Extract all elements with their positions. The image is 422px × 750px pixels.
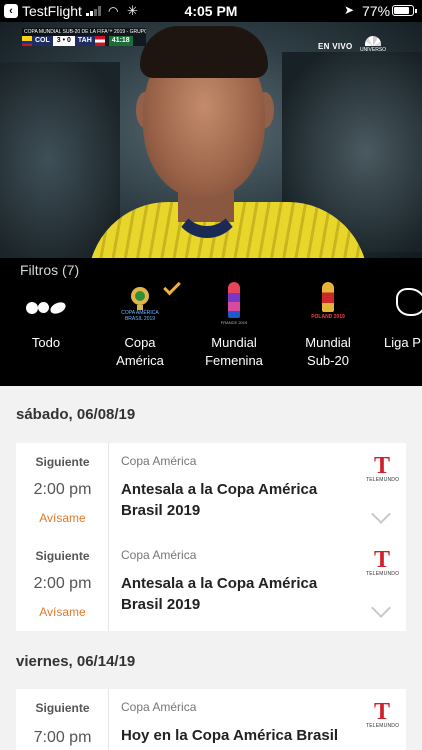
next-label: Siguiente bbox=[35, 455, 90, 469]
event-card[interactable]: Siguiente 2:00 pm Avísame Copa América A… bbox=[16, 443, 406, 537]
filter-copa-america[interactable]: COPA AMÉRICA BRASIL 2019 Copa América bbox=[94, 277, 186, 370]
background-blur bbox=[0, 62, 120, 258]
remind-me-button[interactable]: Avísame bbox=[16, 511, 109, 525]
fifa-u20-world-cup-icon bbox=[322, 282, 334, 312]
event-time: 2:00 pm bbox=[33, 575, 92, 592]
match-clock: 41:18 bbox=[108, 36, 133, 46]
telemundo-logo: T TELEMUNDO bbox=[366, 699, 400, 729]
selected-check-icon bbox=[163, 277, 181, 296]
battery-icon bbox=[392, 5, 417, 16]
event-card[interactable]: Siguiente 2:00 pm Avísame Copa América A… bbox=[16, 537, 406, 631]
battery-percent: 77% bbox=[362, 3, 391, 19]
filter-label: Liga P bbox=[384, 335, 421, 350]
fifa-womens-world-cup-icon bbox=[228, 282, 240, 318]
event-category: Copa América bbox=[121, 700, 197, 714]
next-label: Siguiente bbox=[35, 701, 90, 715]
filter-mundial-femenina[interactable]: FRANCE 2019 Mundial Femenina bbox=[188, 282, 280, 370]
filter-todo[interactable]: Todo bbox=[0, 282, 92, 352]
event-time-column: Siguiente 2:00 pm Avísame bbox=[16, 443, 109, 537]
telemundo-logo: T TELEMUNDO bbox=[366, 547, 400, 577]
chevron-down-icon[interactable] bbox=[371, 598, 391, 618]
event-time: 7:00 pm bbox=[33, 729, 92, 746]
event-title: Antesala a la Copa América Brasil 2019 bbox=[121, 575, 318, 613]
next-label: Siguiente bbox=[35, 549, 90, 563]
event-title: Hoy en la Copa América Brasil bbox=[121, 727, 339, 744]
filter-label: Todo bbox=[31, 335, 61, 350]
filter-label: Mundial Sub-20 bbox=[305, 335, 351, 368]
premier-league-lion-icon bbox=[396, 288, 422, 316]
player-hair bbox=[140, 26, 268, 78]
date-header: sábado, 06/08/19 bbox=[16, 406, 136, 423]
status-bar: ‹ TestFlight ◠ ✳ 4:05 PM ➤ 77% bbox=[0, 0, 422, 22]
event-category: Copa América bbox=[121, 548, 197, 562]
copa-america-badge: COPA AMÉRICA BRASIL 2019 bbox=[121, 310, 159, 322]
location-arrow-icon: ➤ bbox=[344, 3, 355, 17]
event-category: Copa América bbox=[121, 454, 197, 468]
event-card[interactable]: Siguiente 7:00 pm Copa América Hoy en la… bbox=[16, 689, 406, 750]
filters-bar: Filtros (7) Todo COPA AMÉRICA BRASIL 201… bbox=[0, 258, 422, 386]
event-title: Antesala a la Copa América Brasil 2019 bbox=[121, 481, 318, 519]
filter-label: Mundial Femenina bbox=[205, 335, 263, 368]
network-name: UNIVERSO bbox=[359, 47, 387, 53]
live-label: EN VIVO bbox=[318, 42, 353, 51]
filter-mundial-sub-20[interactable]: POLAND 2019 Mundial Sub-20 bbox=[282, 282, 374, 370]
clock: 4:05 PM bbox=[184, 3, 238, 19]
fifa-u20-badge: POLAND 2019 bbox=[311, 314, 345, 320]
scorebug: COPA MUNDIAL SUB-20 DE LA FIFA™ 2019 - G… bbox=[22, 28, 146, 46]
score: 3 • 0 bbox=[52, 36, 75, 46]
copa-america-trophy-icon bbox=[131, 287, 149, 310]
network-bug: UNIVERSO bbox=[359, 36, 387, 53]
schedule-list[interactable]: sábado, 06/08/19 Siguiente 2:00 pm Avísa… bbox=[0, 386, 422, 750]
tahiti-flag-icon bbox=[94, 36, 105, 46]
video-player[interactable]: COPA MUNDIAL SUB-20 DE LA FIFA™ 2019 - G… bbox=[0, 22, 422, 258]
chevron-down-icon[interactable] bbox=[371, 504, 391, 524]
colombia-flag-icon bbox=[22, 36, 32, 46]
peacock-icon bbox=[365, 36, 381, 46]
event-time-column: Siguiente 7:00 pm bbox=[16, 689, 109, 750]
event-time: 2:00 pm bbox=[33, 481, 92, 498]
filter-liga-premier[interactable]: Liga P bbox=[376, 282, 422, 352]
fifa-womens-badge: FRANCE 2019 bbox=[220, 320, 248, 325]
event-time-column: Siguiente 2:00 pm Avísame bbox=[16, 537, 109, 631]
sports-balls-icon bbox=[24, 298, 72, 318]
filter-label: Copa América bbox=[116, 335, 164, 368]
home-team: COL bbox=[32, 36, 53, 46]
away-team: TAH bbox=[74, 36, 95, 46]
filters-title: Filtros (7) bbox=[20, 262, 80, 278]
telemundo-logo: T TELEMUNDO bbox=[366, 453, 400, 483]
scorebug-header: COPA MUNDIAL SUB-20 DE LA FIFA™ 2019 - G… bbox=[22, 28, 146, 36]
date-header: viernes, 06/14/19 bbox=[16, 653, 136, 670]
remind-me-button[interactable]: Avísame bbox=[16, 605, 109, 619]
